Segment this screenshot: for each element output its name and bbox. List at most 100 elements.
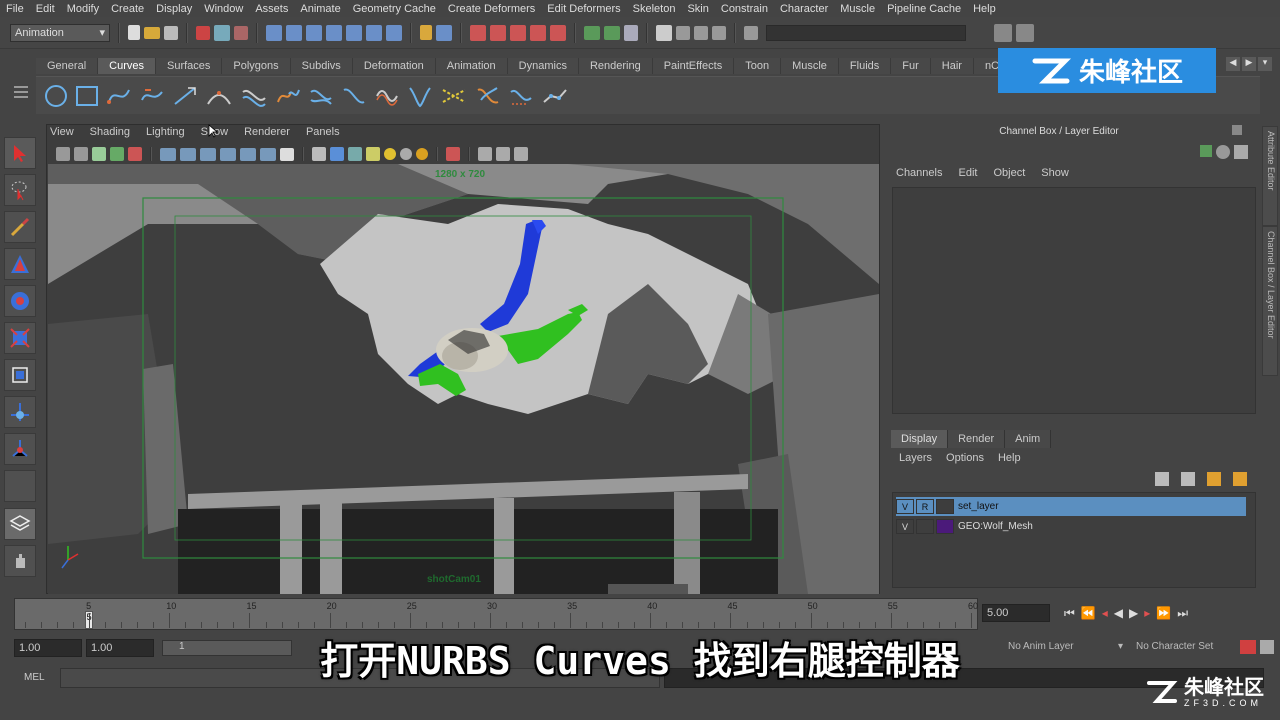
- step-back-key-icon[interactable]: ⏪: [1081, 606, 1096, 620]
- wireframe-icon[interactable]: [312, 147, 326, 161]
- menu-constrain[interactable]: Constrain: [715, 3, 774, 15]
- shelf-tab-hair[interactable]: Hair: [930, 58, 974, 74]
- toggle-icon-2[interactable]: [712, 25, 726, 40]
- snap-point-icon[interactable]: [306, 24, 322, 41]
- layer-color-swatch[interactable]: [936, 519, 954, 534]
- fillet-curve-icon[interactable]: [475, 84, 501, 108]
- channel-box-list[interactable]: [892, 187, 1256, 414]
- construction-history-icon-5[interactable]: [550, 24, 566, 41]
- all-lights-icon[interactable]: [400, 148, 412, 160]
- shelf-tab-dynamics[interactable]: Dynamics: [507, 58, 579, 74]
- extend-curve-icon[interactable]: [374, 84, 400, 108]
- universal-manipulator-button[interactable]: [4, 359, 36, 391]
- viewport-menu-lighting[interactable]: Lighting: [146, 126, 185, 142]
- isolate-select-icon[interactable]: [446, 147, 460, 161]
- viewport-menu-view[interactable]: View: [50, 126, 74, 142]
- shelf-tab-curves[interactable]: Curves: [98, 58, 156, 74]
- play-backward-icon[interactable]: ◀: [1114, 606, 1123, 620]
- camera-select-icon[interactable]: [56, 147, 70, 161]
- shelf-tab-fluids[interactable]: Fluids: [838, 58, 892, 74]
- shelf-menu-icon[interactable]: ▾: [1258, 57, 1272, 71]
- snap-plane-icon[interactable]: [326, 24, 342, 41]
- layer-editor-menu-options[interactable]: Options: [946, 452, 984, 464]
- help-icon[interactable]: [386, 24, 402, 41]
- lasso-tool-button[interactable]: [4, 174, 36, 206]
- menu-geometry-cache[interactable]: Geometry Cache: [347, 3, 442, 15]
- image-plane-icon[interactable]: [110, 147, 124, 161]
- show-hide-channel-box-icon[interactable]: [994, 23, 1012, 42]
- layer-editor-tab-anim[interactable]: Anim: [1005, 430, 1052, 448]
- layer-visibility-toggle[interactable]: V: [896, 519, 914, 534]
- grid-icon[interactable]: [160, 147, 176, 161]
- shelf-tab-surfaces[interactable]: Surfaces: [155, 58, 223, 74]
- menu-character[interactable]: Character: [774, 3, 834, 15]
- arc-tool-icon[interactable]: [205, 84, 233, 108]
- shelf-tab-general[interactable]: General: [36, 58, 99, 74]
- menu-edit-deformers[interactable]: Edit Deformers: [541, 3, 626, 15]
- cv-curve-icon[interactable]: [106, 84, 132, 108]
- layer-editor-tab-display[interactable]: Display: [891, 430, 949, 448]
- shelf-tab-animation[interactable]: Animation: [435, 58, 508, 74]
- layer-editor-tab-render[interactable]: Render: [948, 430, 1006, 448]
- go-to-end-icon[interactable]: ⏭: [1177, 606, 1188, 621]
- layer-visibility-toggle[interactable]: V: [896, 499, 914, 514]
- last-tool-button[interactable]: [4, 470, 36, 502]
- rotate-tool-button[interactable]: [4, 285, 36, 317]
- pencil-curve-icon[interactable]: [172, 84, 198, 108]
- menu-window[interactable]: Window: [198, 3, 249, 15]
- layer-color-swatch[interactable]: [936, 499, 954, 514]
- menu-help[interactable]: Help: [967, 3, 1002, 15]
- ipr-render-icon[interactable]: [604, 25, 620, 40]
- float-panel-icon[interactable]: [1232, 125, 1242, 135]
- nurbs-circle-icon[interactable]: [44, 84, 68, 108]
- shelf-tab-muscle[interactable]: Muscle: [781, 58, 839, 74]
- hypershade-icon[interactable]: [656, 24, 672, 41]
- new-scene-icon[interactable]: [128, 25, 140, 40]
- select-object-icon[interactable]: [214, 24, 230, 41]
- pick-icon[interactable]: [1234, 145, 1248, 159]
- offset-curve-icon[interactable]: [240, 84, 268, 108]
- attach-curves-icon[interactable]: [275, 84, 301, 108]
- shelf-tab-deformation[interactable]: Deformation: [352, 58, 436, 74]
- channel-box-layer-icon[interactable]: [1200, 145, 1212, 157]
- layer-row[interactable]: V Rset_layer: [896, 497, 1246, 516]
- input-field-toggle-icon[interactable]: [744, 25, 758, 40]
- safe-title-icon[interactable]: [280, 147, 294, 161]
- xray-components-icon[interactable]: [514, 147, 528, 161]
- step-forward-key-icon[interactable]: ⏩: [1156, 606, 1171, 620]
- rebuild-curve-icon[interactable]: [508, 84, 534, 108]
- show-hide-tool-settings-icon[interactable]: [1016, 23, 1034, 42]
- menu-skin[interactable]: Skin: [681, 3, 714, 15]
- time-slider[interactable]: 5 51015202530354045505560: [14, 598, 988, 630]
- channel-box-menu-object[interactable]: Object: [993, 167, 1025, 179]
- resolution-gate-icon[interactable]: [200, 147, 216, 161]
- xray-joints-icon[interactable]: [496, 147, 510, 161]
- intersect-curves-icon[interactable]: [440, 84, 468, 108]
- shelf-tab-subdivs[interactable]: Subdivs: [290, 58, 353, 74]
- smooth-shade-icon[interactable]: [330, 147, 344, 161]
- step-back-frame-icon[interactable]: ◂: [1102, 606, 1108, 620]
- viewport-menu-shading[interactable]: Shading: [90, 126, 130, 142]
- nurbs-square-icon[interactable]: [75, 84, 99, 108]
- move-layer-down-icon[interactable]: [1181, 472, 1195, 486]
- current-time-field[interactable]: 5.00: [982, 604, 1050, 622]
- viewport-menu-panels[interactable]: Panels: [306, 126, 340, 142]
- snap-curve-icon[interactable]: [286, 24, 302, 41]
- menu-edit[interactable]: Edit: [30, 3, 61, 15]
- select-component-icon[interactable]: [234, 25, 248, 40]
- render-frame-icon[interactable]: [584, 25, 600, 40]
- insert-knot-icon[interactable]: [341, 84, 367, 108]
- lock-icon[interactable]: [420, 25, 432, 40]
- film-gate-icon[interactable]: [180, 147, 196, 161]
- construction-history-icon[interactable]: [470, 24, 486, 41]
- channel-box-menu-channels[interactable]: Channels: [896, 167, 942, 179]
- shelf-scroll-left-icon[interactable]: ◀: [1226, 57, 1240, 71]
- menu-create[interactable]: Create: [105, 3, 150, 15]
- menu-create-deformers[interactable]: Create Deformers: [442, 3, 541, 15]
- 2d-pan-zoom-icon[interactable]: [128, 147, 142, 161]
- shelf-menu-icon-left[interactable]: [14, 78, 32, 112]
- cut-curve-icon[interactable]: [407, 84, 433, 108]
- layout-single-pane-button[interactable]: [4, 508, 36, 540]
- detach-curves-icon[interactable]: [308, 84, 334, 108]
- snap-grid-icon[interactable]: [266, 24, 282, 41]
